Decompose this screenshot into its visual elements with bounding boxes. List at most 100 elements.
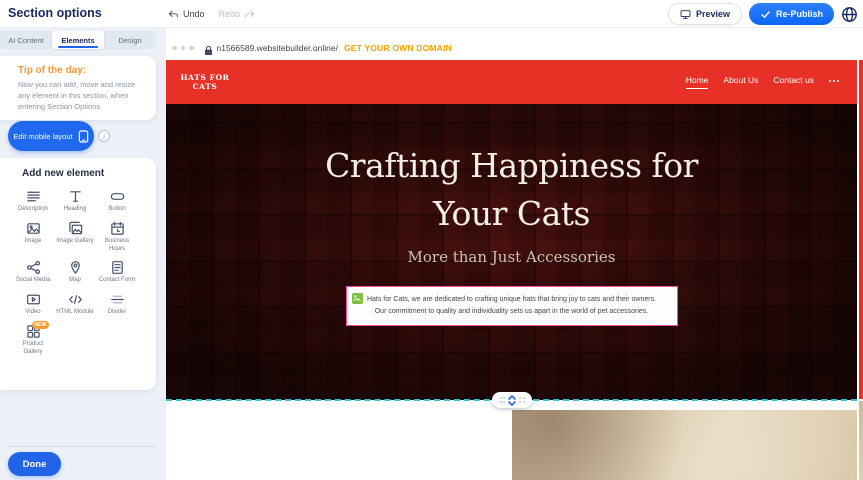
element-item-html-module[interactable]: HTML Module: [54, 290, 96, 317]
browser-chrome-bar: n1566589.websitebuilder.online/ GET YOUR…: [166, 36, 857, 60]
element-item-divider[interactable]: Divider: [96, 290, 138, 317]
get-domain-link[interactable]: GET YOUR OWN DOMAIN: [344, 43, 452, 53]
image-icon: [26, 221, 41, 236]
sidebar-tabs: AI Content Elements Design: [0, 31, 156, 49]
edit-mobile-layout-button[interactable]: Edit mobile layout: [8, 121, 94, 151]
editor-canvas: n1566589.websitebuilder.online/ GET YOUR…: [166, 28, 863, 480]
phone-icon: [78, 130, 89, 143]
next-section-image[interactable]: [512, 410, 857, 480]
nav-item-about-us[interactable]: About Us: [723, 75, 758, 89]
site-edge-strip-header: [859, 60, 863, 399]
hero-title-line1: Crafting Happiness for: [325, 146, 698, 185]
social-media-icon: [26, 260, 41, 275]
element-label: Map: [55, 277, 95, 285]
hero-title-line2: Your Cats: [433, 194, 590, 233]
site-url: n1566589.websitebuilder.online/: [217, 43, 338, 53]
element-label: Business Hours: [97, 238, 137, 254]
undo-button[interactable]: Undo: [168, 9, 205, 20]
description-icon: [26, 189, 41, 204]
element-item-contact-form[interactable]: Contact Form: [96, 258, 138, 285]
hero-subtitle[interactable]: More than Just Accessories: [166, 248, 857, 266]
undo-icon: [168, 9, 179, 20]
edit-mobile-label: Edit mobile layout: [13, 132, 72, 141]
new-badge: NEW: [32, 321, 49, 329]
preview-label: Preview: [696, 9, 730, 19]
redo-button[interactable]: Redo: [219, 9, 256, 20]
preview-button[interactable]: Preview: [668, 3, 742, 25]
top-bar: Section options Undo Redo Preview Re-Pub…: [0, 0, 863, 28]
element-item-product-gallery[interactable]: NEW Product Gallery: [12, 322, 54, 357]
handle-grip-dots-icon: [500, 397, 506, 403]
done-button[interactable]: Done: [8, 452, 61, 476]
element-label: Button: [97, 206, 137, 214]
nav-more-icon[interactable]: [829, 80, 839, 85]
tab-ai-content[interactable]: AI Content: [0, 31, 52, 49]
add-new-element-panel: Add new element Description Heading Butt…: [0, 158, 156, 390]
republish-button[interactable]: Re-Publish: [749, 3, 834, 25]
button-icon: [110, 189, 125, 204]
element-grid: Description Heading Button Image Image G…: [12, 187, 156, 357]
tip-of-the-day-card: Tip of the day: Now you can add, move an…: [0, 56, 156, 120]
site-header[interactable]: HATS FOR CATS Home About Us Contact us: [166, 60, 857, 104]
tab-elements[interactable]: Elements: [52, 31, 104, 49]
element-image-handle-icon[interactable]: [352, 293, 363, 304]
tip-body: Now you can add, move and resize any ele…: [18, 80, 146, 113]
resize-arrows-icon: [508, 395, 516, 406]
page-title: Section options: [8, 6, 102, 20]
element-item-description[interactable]: Description: [12, 187, 54, 214]
image-gallery-icon: [68, 221, 83, 236]
element-label: Image Gallery: [55, 238, 95, 246]
check-icon: [760, 9, 771, 20]
element-item-button[interactable]: Button: [96, 187, 138, 214]
next-section: [166, 401, 857, 480]
element-item-business-hours[interactable]: Business Hours: [96, 219, 138, 254]
map-icon: [68, 260, 83, 275]
hero-title[interactable]: Crafting Happiness for Your Cats: [166, 142, 857, 238]
html-module-icon: [68, 292, 83, 307]
tab-design[interactable]: Design: [104, 31, 156, 49]
element-label: Image: [13, 238, 53, 246]
element-label: Social Media: [13, 277, 53, 285]
element-label: Divider: [97, 309, 137, 317]
nav-item-contact-us[interactable]: Contact us: [773, 75, 814, 89]
element-label: Contact Form: [97, 277, 137, 285]
window-dots-icon: [172, 46, 194, 51]
element-item-image-gallery[interactable]: Image Gallery: [54, 219, 96, 254]
element-label: Product Gallery: [13, 341, 53, 357]
tip-title: Tip of the day:: [18, 65, 146, 76]
contact-form-icon: [110, 260, 125, 275]
element-label: Heading: [55, 206, 95, 214]
divider-icon: [110, 292, 125, 307]
app-window: Section options Undo Redo Preview Re-Pub…: [0, 0, 863, 480]
sidebar: AI Content Elements Design Tip of the da…: [0, 28, 166, 480]
business-hours-icon: [110, 221, 125, 236]
element-item-heading[interactable]: Heading: [54, 187, 96, 214]
redo-label: Redo: [219, 9, 241, 19]
undo-label: Undo: [183, 9, 205, 19]
element-item-image[interactable]: Image: [12, 219, 54, 254]
redo-icon: [244, 9, 255, 20]
hero-paragraph-element[interactable]: Hats for Cats, we are dedicated to craft…: [346, 286, 678, 327]
site-edge-strip-image: [859, 401, 863, 480]
hero-section[interactable]: Crafting Happiness for Your Cats More th…: [166, 104, 857, 400]
element-label: Description: [13, 206, 53, 214]
element-label: Video: [13, 309, 53, 317]
monitor-icon: [680, 9, 691, 20]
history-controls: Undo Redo: [168, 0, 255, 28]
info-icon[interactable]: i: [98, 130, 110, 142]
element-label: HTML Module: [55, 309, 95, 317]
section-resize-handle[interactable]: [492, 392, 532, 408]
element-item-map[interactable]: Map: [54, 258, 96, 285]
site-logo[interactable]: HATS FOR CATS: [180, 73, 230, 91]
lock-icon: [204, 43, 213, 54]
add-panel-title: Add new element: [22, 168, 156, 179]
heading-icon: [68, 189, 83, 204]
sidebar-divider: [8, 446, 156, 447]
site-nav: Home About Us Contact us: [686, 75, 839, 89]
language-globe-icon[interactable]: [841, 6, 858, 23]
element-item-video[interactable]: Video: [12, 290, 54, 317]
element-item-social-media[interactable]: Social Media: [12, 258, 54, 285]
republish-label: Re-Publish: [776, 9, 823, 19]
video-icon: [26, 292, 41, 307]
nav-item-home[interactable]: Home: [686, 75, 709, 89]
